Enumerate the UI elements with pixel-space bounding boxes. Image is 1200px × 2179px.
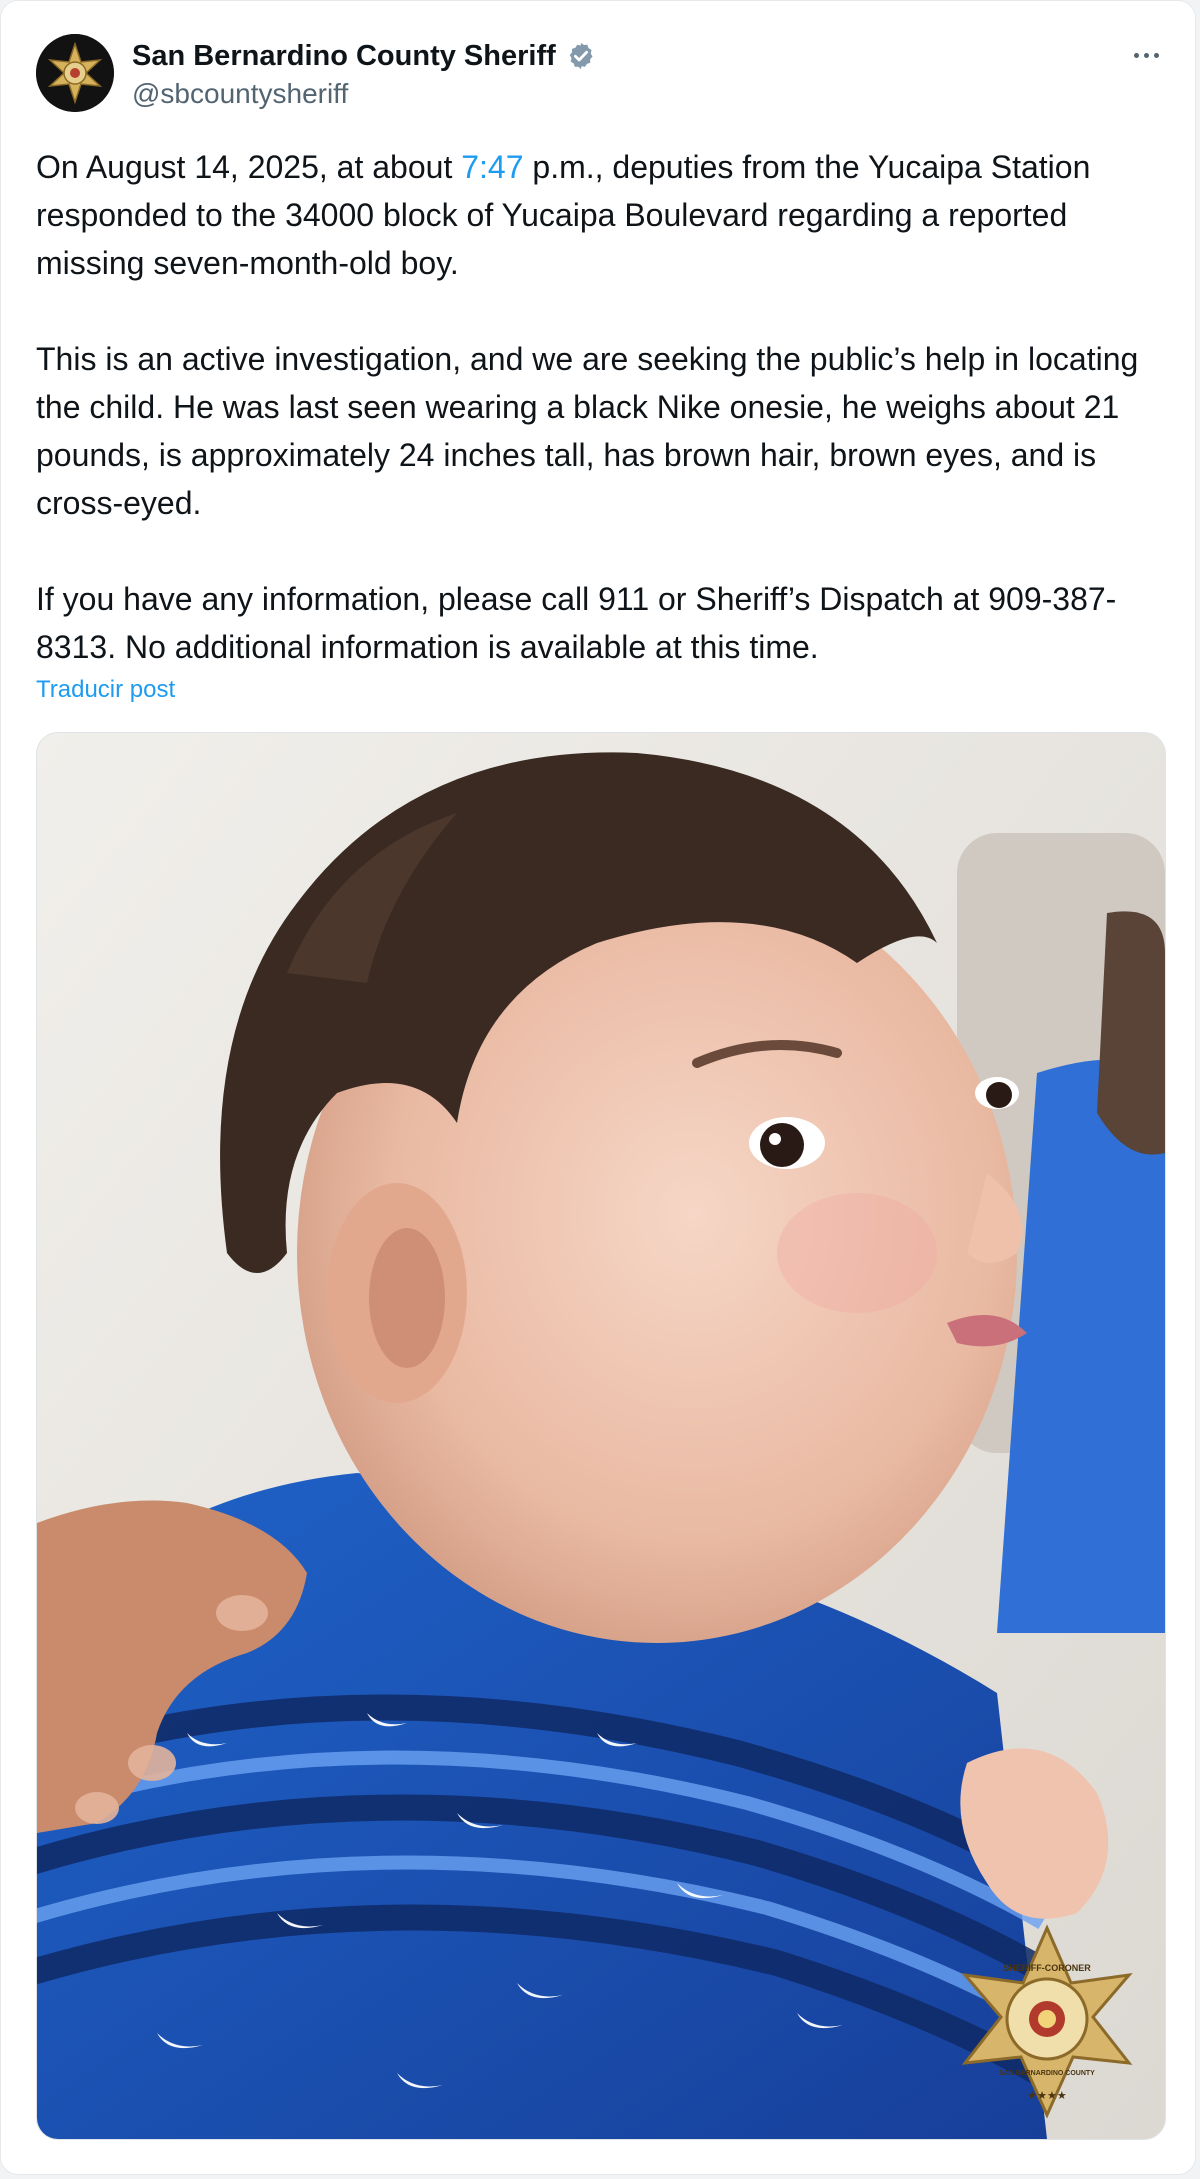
author-names: San Bernardino County Sheriff @sbcountys… <box>132 38 596 112</box>
time-link[interactable]: 7:47 <box>461 149 523 185</box>
more-options-icon[interactable] <box>1126 40 1166 70</box>
author-handle[interactable]: @sbcountysheriff <box>132 76 596 112</box>
sheriff-star-badge-icon <box>36 34 114 112</box>
badge-stars: ★★★★ <box>1027 2089 1067 2102</box>
post-card[interactable]: San Bernardino County Sheriff @sbcountys… <box>0 0 1196 2175</box>
post-paragraph-1: On August 14, 2025, at about 7:47 p.m., … <box>36 149 1091 281</box>
post-image[interactable]: SHERIFF-CORONER SAN BERNARDINO COUNTY ★★… <box>36 732 1166 2140</box>
post-header: San Bernardino County Sheriff @sbcountys… <box>36 34 1166 114</box>
missing-child-photo: SHERIFF-CORONER SAN BERNARDINO COUNTY ★★… <box>37 733 1165 2139</box>
author-display-name[interactable]: San Bernardino County Sheriff <box>132 38 556 74</box>
translate-post-link[interactable]: Traducir post <box>36 673 175 707</box>
post-paragraph-2: This is an active investigation, and we … <box>36 341 1139 521</box>
post-paragraph-3: If you have any information, please call… <box>36 581 1117 665</box>
post-text: On August 14, 2025, at about 7:47 p.m., … <box>36 143 1171 671</box>
verified-badge-icon <box>569 42 593 70</box>
badge-text-bottom: SAN BERNARDINO COUNTY <box>999 2070 1095 2077</box>
badge-text-top: SHERIFF-CORONER <box>1003 1963 1091 1973</box>
avatar[interactable] <box>36 34 114 112</box>
